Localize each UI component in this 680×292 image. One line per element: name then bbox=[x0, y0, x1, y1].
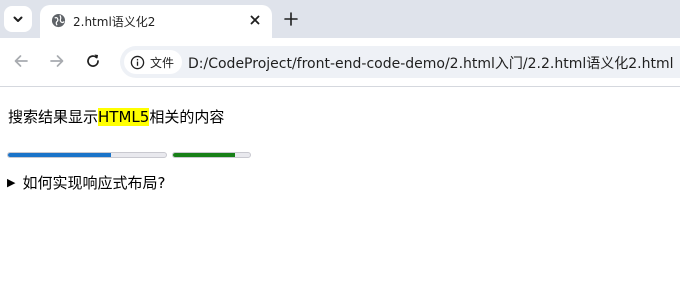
tab-search-button[interactable] bbox=[4, 6, 32, 32]
info-icon bbox=[130, 55, 145, 69]
new-tab-icon[interactable] bbox=[282, 10, 300, 28]
search-text-after: 相关的内容 bbox=[149, 108, 225, 126]
highlighted-keyword: HTML5 bbox=[98, 108, 150, 126]
site-info-label: 文件 bbox=[150, 55, 175, 70]
tab-strip: 2.html语义化2 bbox=[0, 0, 680, 38]
back-arrow-icon[interactable] bbox=[12, 52, 30, 70]
tab-title: 2.html语义化2 bbox=[73, 15, 156, 29]
details-summary-label: 如何实现响应式布局? bbox=[22, 174, 166, 192]
meter bbox=[172, 152, 251, 158]
globe-icon bbox=[51, 13, 66, 28]
progress-bar-fill bbox=[8, 153, 111, 157]
forward-arrow-icon[interactable] bbox=[48, 52, 66, 70]
url-text[interactable]: D:/CodeProject/front-end-code-demo/2.htm… bbox=[188, 53, 674, 73]
reload-icon[interactable] bbox=[84, 52, 102, 70]
progress-bar bbox=[7, 152, 167, 158]
active-tab[interactable]: 2.html语义化2 bbox=[40, 5, 272, 38]
page-content: 搜索结果显示HTML5相关的内容 ▶ 如何实现响应式布局? bbox=[0, 87, 680, 292]
site-info-chip[interactable]: 文件 bbox=[124, 50, 183, 74]
address-bar[interactable]: 文件 D:/CodeProject/front-end-code-demo/2.… bbox=[120, 46, 680, 78]
chevron-down-icon bbox=[13, 16, 23, 22]
search-text-before: 搜索结果显示 bbox=[8, 108, 99, 126]
close-icon[interactable] bbox=[248, 13, 262, 27]
details-summary[interactable]: ▶ 如何实现响应式布局? bbox=[7, 172, 165, 193]
meter-fill bbox=[173, 153, 235, 157]
disclosure-triangle-icon: ▶ bbox=[7, 176, 16, 189]
search-result-text: 搜索结果显示HTML5相关的内容 bbox=[8, 106, 224, 127]
browser-toolbar: 文件 D:/CodeProject/front-end-code-demo/2.… bbox=[0, 38, 680, 87]
